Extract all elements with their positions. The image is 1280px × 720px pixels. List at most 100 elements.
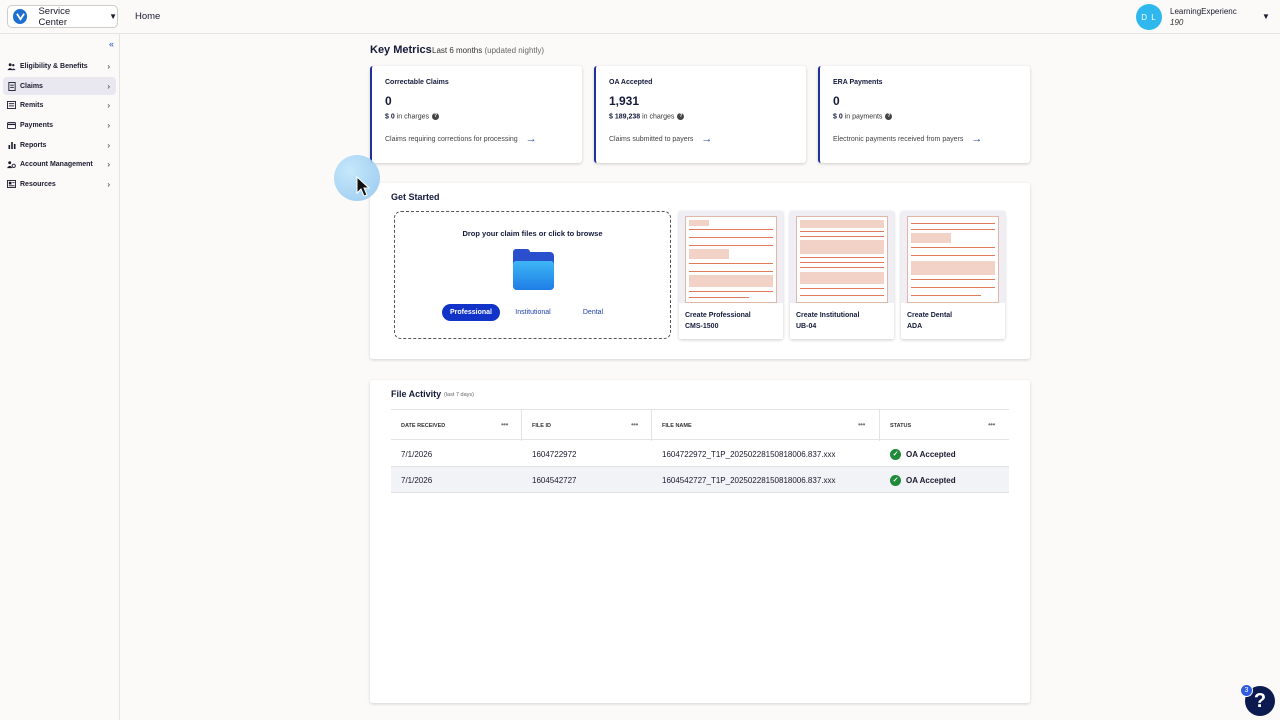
metric-amount-value: $ 0: [833, 113, 843, 121]
user-menu-caret-icon[interactable]: ▼: [1262, 12, 1270, 21]
metric-description-text: Claims submitted to payers: [609, 135, 694, 143]
column-menu-icon[interactable]: •••: [501, 420, 508, 429]
column-header-file-name[interactable]: FILE NAME: [662, 410, 692, 441]
form-card-title: Create Dental: [907, 312, 953, 319]
people-icon: [7, 62, 16, 71]
metric-amount-suffix: in payments: [844, 113, 883, 121]
arrow-right-icon[interactable]: →: [526, 133, 537, 145]
sidebar-item-label: Remits: [20, 101, 44, 109]
metric-description-text: Electronic payments received from payers: [833, 135, 964, 143]
cell-file-name[interactable]: 1604542727_T1P_20250228150818006.837.xxx: [662, 467, 836, 493]
form-card-code: UB-04: [796, 323, 817, 330]
book-icon: [7, 180, 16, 189]
help-icon[interactable]: ?: [431, 113, 439, 120]
sidebar-item-reports[interactable]: Reports ›: [3, 136, 116, 154]
ub-04-form-thumbnail: [790, 211, 894, 303]
metric-amount: $ 0 in payments?: [833, 113, 893, 121]
ada-form-thumbnail: [901, 211, 1005, 303]
claim-type-dental[interactable]: Dental: [573, 304, 613, 321]
app-switcher[interactable]: Service Center ▼: [7, 5, 118, 28]
arrow-right-icon[interactable]: →: [971, 133, 982, 145]
chevron-right-icon: ›: [107, 179, 110, 189]
check-circle-icon: ✓: [890, 474, 901, 486]
avatar[interactable]: D L: [1136, 4, 1162, 30]
column-menu-icon[interactable]: •••: [858, 420, 865, 429]
cell-date: 7/1/2026: [401, 449, 433, 459]
file-activity-subtitle: (last 7 days): [444, 392, 474, 398]
column-menu-icon[interactable]: •••: [988, 420, 995, 429]
chevron-right-icon: ›: [107, 120, 110, 130]
users-gear-icon: [7, 160, 16, 169]
caret-down-icon: ▼: [109, 12, 117, 21]
document-icon: [7, 81, 16, 91]
sidebar-item-remits[interactable]: Remits ›: [3, 96, 116, 114]
create-professional-card[interactable]: Create Professional CMS-1500: [679, 211, 783, 339]
chevron-right-icon: ›: [107, 159, 110, 169]
collapse-sidebar-icon[interactable]: «: [109, 39, 114, 49]
metric-value: 0: [385, 94, 392, 108]
metric-description: Electronic payments received from payers…: [833, 133, 982, 145]
claim-file-dropzone[interactable]: Drop your claim files or click to browse…: [394, 211, 671, 339]
column-header-date[interactable]: DATE RECEIVED: [401, 410, 445, 441]
table-header: DATE RECEIVED ••• FILE ID ••• FILE NAME …: [391, 409, 1009, 441]
check-circle-icon: ✓: [890, 448, 901, 460]
app-logo-icon: [13, 9, 28, 24]
arrow-right-icon[interactable]: →: [701, 133, 712, 145]
metric-description: Claims submitted to payers →: [609, 133, 712, 145]
user-org-id: 190: [1170, 18, 1184, 27]
sidebar-item-payments[interactable]: Payments ›: [3, 116, 116, 134]
mouse-pointer-icon: [356, 176, 370, 197]
sidebar-item-label: Account Management: [20, 160, 93, 168]
home-link[interactable]: Home: [135, 11, 160, 22]
chevron-right-icon: ›: [107, 61, 110, 71]
app-name: Service Center: [38, 5, 71, 28]
help-badge: 3: [1240, 684, 1253, 697]
create-dental-card[interactable]: Create Dental ADA: [901, 211, 1005, 339]
metric-amount-suffix: in charges: [642, 113, 675, 121]
claim-type-professional[interactable]: Professional: [442, 304, 500, 321]
user-name[interactable]: LearningExperienc: [1170, 7, 1237, 16]
help-icon[interactable]: ?: [677, 113, 685, 120]
metric-amount-value: $ 0: [385, 113, 395, 121]
key-metrics-title: Key Metrics: [370, 44, 432, 56]
cell-file-name[interactable]: 1604722972_T1P_20250228150818006.837.xxx: [662, 441, 836, 467]
get-started-title: Get Started: [391, 192, 440, 202]
list-icon: [7, 101, 16, 110]
metric-value: 0: [833, 94, 840, 108]
status-text: OA Accepted: [906, 475, 956, 485]
column-header-status[interactable]: STATUS: [890, 410, 911, 441]
claim-type-institutional[interactable]: Institutional: [507, 304, 559, 321]
table-row[interactable]: 7/1/2026 1604722972 1604722972_T1P_20250…: [391, 441, 1009, 467]
sidebar: « Eligibility & Benefits › Claims › Remi…: [0, 34, 120, 720]
form-card-title: Create Professional: [685, 312, 751, 319]
column-menu-icon[interactable]: •••: [631, 420, 638, 429]
cell-status: ✓ OA Accepted: [890, 441, 956, 467]
cell-file-id: 1604722972: [532, 449, 577, 459]
metric-card-correctable-claims[interactable]: Correctable Claims 0 $ 0 in charges? Cla…: [370, 66, 582, 163]
file-activity-title: File Activity: [391, 389, 442, 399]
sidebar-item-label: Resources: [20, 180, 56, 188]
get-started-panel: Get Started Drop your claim files or cli…: [370, 183, 1030, 359]
bar-chart-icon: [7, 141, 16, 150]
file-activity-panel: File Activity (last 7 days) DATE RECEIVE…: [370, 380, 1030, 703]
sidebar-item-label: Reports: [20, 141, 47, 149]
help-icon[interactable]: ?: [885, 113, 893, 120]
metric-amount: $ 189,238 in charges?: [609, 113, 685, 121]
sidebar-item-label: Claims: [20, 82, 43, 90]
sidebar-item-account-management[interactable]: Account Management ›: [3, 155, 116, 173]
create-institutional-card[interactable]: Create Institutional UB-04: [790, 211, 894, 339]
chevron-right-icon: ›: [107, 81, 110, 91]
column-header-file-id[interactable]: FILE ID: [532, 410, 551, 441]
sidebar-item-eligibility[interactable]: Eligibility & Benefits ›: [3, 57, 116, 75]
metric-value: 1,931: [609, 94, 640, 108]
sidebar-item-claims[interactable]: Claims ›: [3, 77, 116, 95]
sidebar-item-resources[interactable]: Resources ›: [3, 175, 116, 193]
metric-card-oa-accepted[interactable]: OA Accepted 1,931 $ 189,238 in charges? …: [594, 66, 806, 163]
metric-description-text: Claims requiring corrections for process…: [385, 135, 518, 143]
metric-card-era-payments[interactable]: ERA Payments 0 $ 0 in payments? Electron…: [818, 66, 1030, 163]
metric-amount-suffix: in charges: [396, 113, 429, 121]
metric-title: OA Accepted: [609, 79, 653, 86]
period-label: Last 6 months: [432, 46, 483, 55]
chevron-right-icon: ›: [107, 140, 110, 150]
table-row[interactable]: 7/1/2026 1604542727 1604542727_T1P_20250…: [391, 467, 1009, 493]
